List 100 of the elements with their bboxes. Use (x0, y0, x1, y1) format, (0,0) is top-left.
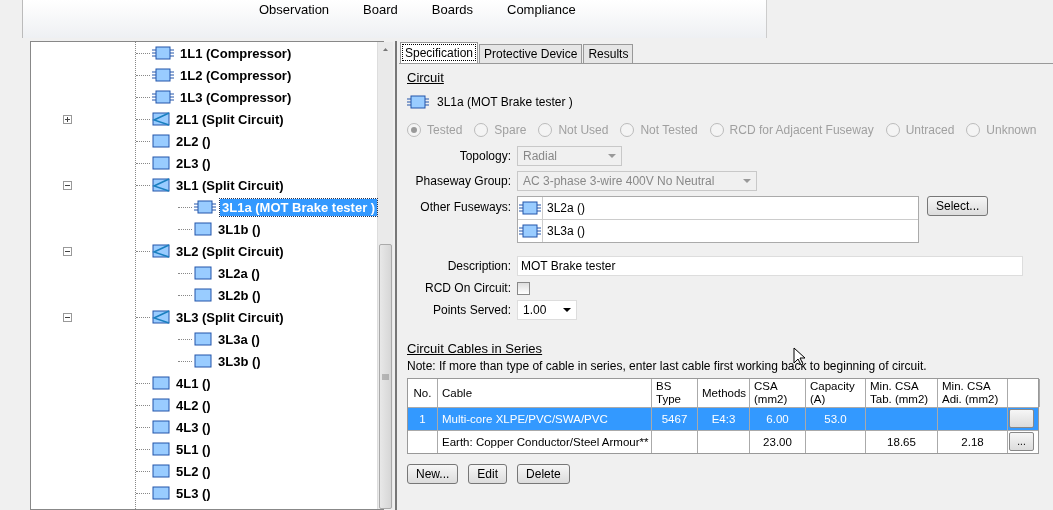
column-header: No. (408, 379, 438, 407)
tree-item[interactable]: 5L2 () (174, 462, 213, 480)
field-label: Topology: (458, 149, 511, 163)
tree-item[interactable]: 2L3 () (174, 154, 213, 172)
scrollbar[interactable] (377, 42, 394, 509)
field-label: Points Served: (431, 303, 511, 317)
table-button[interactable]: Edit (468, 464, 508, 484)
grip-icon (382, 373, 390, 380)
fuseway-icon (407, 95, 429, 109)
column-header: CSA (mm2) (750, 379, 806, 407)
table-cell: 1 (408, 408, 438, 430)
fuseway-icon (152, 464, 170, 478)
list-item[interactable]: 3L3a () (547, 224, 586, 238)
fuseway-icon (152, 398, 170, 412)
section-heading: Circuit Cables in Series (407, 341, 544, 356)
split-circuit-icon (152, 112, 170, 126)
dropdown-arrow-icon (743, 179, 751, 183)
rcd-checkbox[interactable] (517, 281, 530, 295)
table-button[interactable]: New... (407, 464, 459, 484)
collapse-icon[interactable] (63, 313, 72, 322)
toolbar-button[interactable]: Boards (423, 2, 481, 17)
split-circuit-icon (152, 178, 170, 192)
column-header: Cable (438, 379, 652, 407)
row-button[interactable]: ... (1009, 432, 1034, 451)
toolbar-button[interactable]: Compliance (499, 2, 584, 17)
row-button[interactable] (1009, 409, 1034, 428)
fuseway-icon (194, 332, 212, 346)
table-cell: 23.00 (750, 431, 806, 453)
split-circuit-icon (152, 310, 170, 324)
table-button[interactable]: Delete (517, 464, 570, 484)
column-header: Min. CSA Tab. (mm2) (866, 379, 938, 407)
fuseway-icon (152, 156, 170, 170)
dropdown-arrow-icon (563, 308, 571, 312)
fuseway-icon (152, 68, 174, 82)
tab[interactable]: Results (583, 44, 634, 63)
fuseway-icon (152, 420, 170, 434)
table-cell: 53.0 (806, 408, 866, 430)
fuseway-icon (152, 376, 170, 390)
circuit-name: 3L1a (MOT Brake tester ) (437, 95, 573, 109)
split-circuit-icon (152, 244, 170, 258)
toolbar-button[interactable]: Observation (251, 2, 338, 17)
dropdown-arrow-icon (608, 154, 616, 158)
note-text: Note: If more than type of cable in series, enter last cable first working back to beginning of circuit. (407, 359, 928, 373)
toolbar-button[interactable]: Board (355, 2, 406, 17)
description-field[interactable]: MOT Brake tester (517, 256, 1023, 276)
fuseway-icon (194, 200, 216, 214)
tree-item[interactable]: 1L1 (Compressor) (178, 44, 294, 62)
tree-item[interactable]: 2L2 () (174, 132, 213, 150)
table-cell: 5467 (652, 408, 698, 430)
tree-item[interactable]: 2L1 (Split Circuit) (174, 110, 286, 128)
collapse-icon[interactable] (63, 181, 72, 190)
fuseway-icon (152, 46, 174, 60)
tree-item[interactable]: 3L3 (Split Circuit) (174, 308, 286, 326)
tree-item[interactable]: 3L2a () (216, 264, 262, 282)
points-served-dropdown[interactable]: 1.00 (517, 300, 577, 320)
fuseway-icon (194, 222, 212, 236)
fuseway-icon (152, 486, 170, 500)
tab[interactable]: Protective Device (479, 44, 583, 63)
fuseway-icon (152, 90, 174, 104)
expand-icon[interactable] (63, 115, 72, 124)
table-cell: Multi-core XLPE/PVC/SWA/PVC (438, 408, 652, 430)
fuseway-icon (152, 442, 170, 456)
fuseway-icon (152, 134, 170, 148)
select-button[interactable]: Select... (927, 196, 989, 216)
table-cell: 2.18 (938, 431, 1008, 453)
tree-item[interactable]: 3L3a () (216, 330, 262, 348)
table-cell: 6.00 (750, 408, 806, 430)
table-cell: Earth: Copper Conductor/Steel Armour** (438, 431, 652, 453)
field-label: Phaseway Group: (414, 174, 511, 188)
list-item[interactable]: 3L2a () (547, 201, 586, 215)
tree-item[interactable]: 5L3 () (174, 484, 213, 502)
column-header: Methods (698, 379, 750, 407)
tree-item[interactable]: 3L3b () (216, 352, 263, 370)
tree-item[interactable]: 1L3 (Compressor) (178, 88, 294, 106)
scrollbar-thumb[interactable] (379, 244, 393, 509)
fuseway-icon (519, 201, 541, 215)
table-cell: 18.65 (866, 431, 938, 453)
field-label: RCD On Circuit: (424, 281, 511, 295)
tree-item[interactable]: 4L3 () (174, 418, 213, 436)
fuseway-icon (194, 354, 212, 368)
fuseway-icon (194, 266, 212, 280)
tree-item[interactable]: 1L2 (Compressor) (178, 66, 294, 84)
tree-item[interactable]: 3L1 (Split Circuit) (174, 176, 286, 194)
fuseway-icon (519, 224, 541, 238)
collapse-icon[interactable] (63, 247, 72, 256)
fuseway-icon (194, 288, 212, 302)
column-header: BS Type (652, 379, 698, 407)
column-header: Min. CSA Adi. (mm2) (938, 379, 1008, 407)
tree-item[interactable]: 4L1 () (174, 374, 213, 392)
tree-item[interactable]: 4L2 () (174, 396, 213, 414)
tree-item[interactable]: 3L2b () (216, 286, 263, 304)
column-header: Capacity (A) (806, 379, 866, 407)
field-label: Other Fuseways: (419, 200, 511, 214)
table-cell: E4:3 (698, 408, 750, 430)
section-heading: Circuit (407, 70, 445, 85)
field-label: Description: (446, 259, 511, 273)
tab[interactable]: Specification (400, 42, 479, 63)
tree-item[interactable]: 3L1b () (216, 220, 263, 238)
tree-item[interactable]: 5L1 () (174, 440, 213, 458)
tree-item[interactable]: 3L2 (Split Circuit) (174, 242, 286, 260)
